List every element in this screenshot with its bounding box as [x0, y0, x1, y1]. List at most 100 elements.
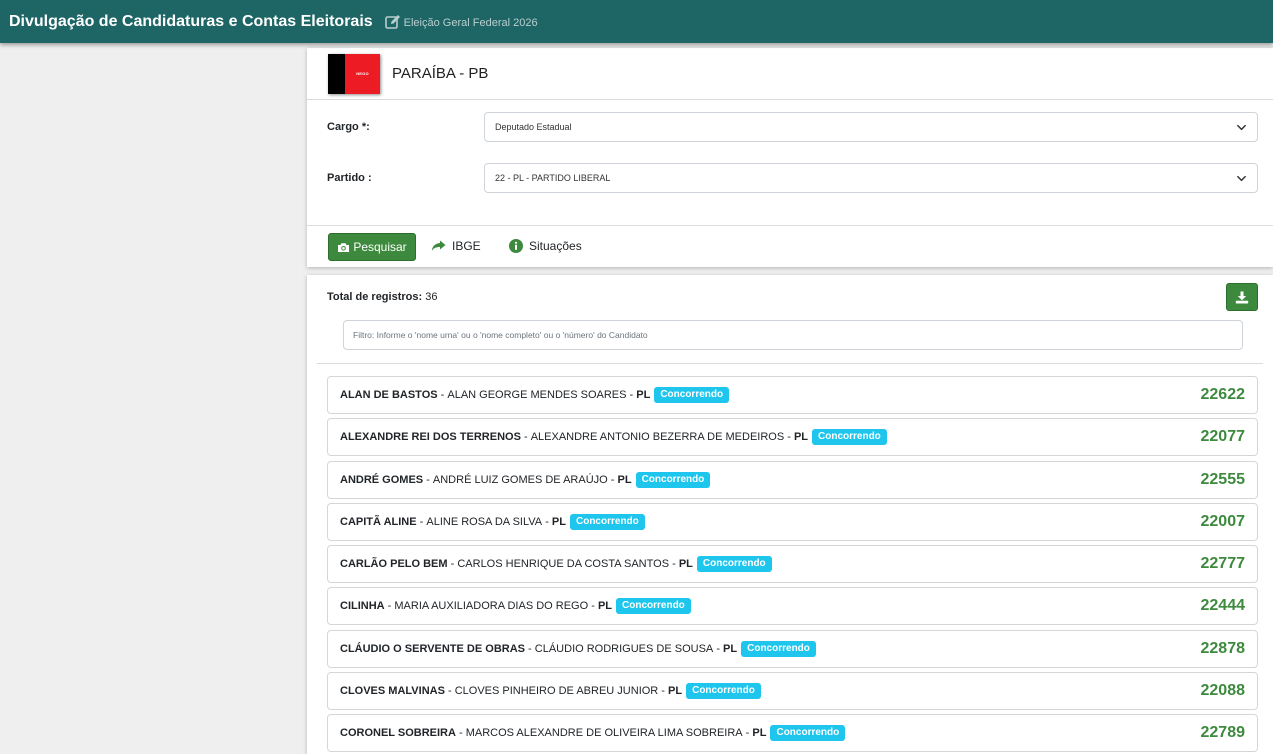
candidate-party: PL [636, 389, 651, 401]
candidate-row[interactable]: CAPITÃ ALINE - ALINE ROSA DA SILVA - PL C… [327, 502, 1258, 541]
filter-card: NEGO PARAÍBA - PB Cargo *: Deputado Esta… [307, 48, 1273, 267]
separator: - [444, 685, 455, 698]
candidate-number: 22007 [1200, 512, 1246, 530]
separator: - [588, 600, 598, 613]
flag-text: NEGO [356, 71, 369, 76]
candidate-row[interactable]: ALAN DE BASTOS - ALAN GEORGE MENDES SOAR… [327, 376, 1258, 414]
partido-select[interactable]: 22 - PL - PARTIDO LIBERAL [484, 163, 1258, 193]
candidate-number: 22088 [1200, 682, 1246, 700]
candidate-filter-input[interactable] [343, 320, 1243, 350]
candidate-row[interactable]: ANDRÉ GOMES - ANDRÉ LUIZ GOMES DE ARAÚJO… [327, 460, 1258, 499]
status-badge: Concorrendo [635, 471, 711, 488]
ibge-label: IBGE [452, 239, 481, 253]
cargo-row: Cargo *: Deputado Estadual [307, 112, 1273, 142]
candidate-text: ANDRÉ GOMES - ANDRÉ LUIZ GOMES DE ARAÚJO… [340, 471, 711, 488]
cargo-select[interactable]: Deputado Estadual [484, 112, 1258, 142]
partido-row: Partido : 22 - PL - PARTIDO LIBERAL [307, 163, 1273, 193]
candidate-party: PL [551, 515, 566, 528]
candidate-row[interactable]: CLOVES MALVINAS - CLOVES PINHEIRO DE ABR… [327, 672, 1258, 711]
separator: - [525, 642, 535, 655]
total-records: Total de registros: 36 [327, 291, 437, 303]
top-bar: Divulgação de Candidaturas e Contas Elei… [0, 0, 1273, 43]
candidate-full-name: MARCOS ALEXANDRE DE OLIVEIRA LIMA SOBREI… [465, 727, 743, 740]
candidate-urna-name: CILINHA [340, 600, 385, 613]
separator: - [669, 558, 679, 571]
status-badge: Concorrendo [686, 683, 761, 700]
separator: - [626, 389, 637, 401]
candidate-row[interactable]: CARLÃO PELO BEM - CARLOS HENRIQUE DA COS… [327, 545, 1258, 584]
candidate-urna-name: CARLÃO PELO BEM [340, 558, 448, 571]
separator: - [384, 600, 395, 613]
candidate-row[interactable]: ALEXANDRE REI DOS TERRENOS - ALEXANDRE A… [327, 418, 1258, 457]
candidate-number: 22555 [1200, 470, 1246, 488]
situacoes-link[interactable]: Situações [509, 236, 582, 256]
candidate-party: PL [617, 473, 632, 486]
candidate-urna-name: ALEXANDRE REI DOS TERRENOS [340, 431, 521, 444]
status-badge: Concorrendo [569, 513, 645, 530]
candidate-full-name: ALEXANDRE ANTONIO BEZERRA DE MEDEIROS [530, 431, 785, 444]
state-flag: NEGO [328, 53, 380, 94]
search-button[interactable]: Pesquisar [328, 233, 416, 261]
candidate-party: PL [678, 558, 693, 571]
candidate-text: CILINHA - MARIA AUXILIADORA DIAS DO REGO… [340, 598, 691, 615]
candidate-number: 22777 [1200, 555, 1246, 573]
candidate-full-name: ALINE ROSA DA SILVA [426, 515, 543, 528]
candidate-urna-name: CORONEL SOBREIRA [340, 727, 456, 740]
partido-label: Partido : [327, 172, 372, 184]
cargo-label: Cargo *: [327, 121, 370, 133]
uf-name: PARAÍBA - PB [392, 65, 489, 82]
separator: - [742, 727, 753, 740]
cargo-select-value: Deputado Estadual [495, 122, 572, 132]
candidate-full-name: ALAN GEORGE MENDES SOARES [447, 389, 627, 401]
uf-header: NEGO PARAÍBA - PB [307, 48, 1273, 100]
total-label: Total de registros: [327, 291, 423, 303]
search-button-label: Pesquisar [353, 240, 407, 254]
app-title: Divulgação de Candidaturas e Contas Elei… [9, 12, 373, 30]
chevron-down-icon [1237, 175, 1246, 182]
action-bar: Pesquisar IBGE Situações [307, 225, 1273, 267]
candidate-full-name: CLOVES PINHEIRO DE ABREU JUNIOR [454, 685, 659, 698]
candidate-urna-name: ANDRÉ GOMES [340, 473, 424, 486]
candidate-party: PL [793, 431, 809, 444]
candidate-full-name: CLÁUDIO RODRIGUES DE SOUSA [534, 642, 714, 655]
edit-icon[interactable] [384, 14, 401, 30]
status-badge: Concorrendo [812, 429, 887, 446]
separator: - [607, 473, 618, 486]
download-icon [1235, 291, 1249, 303]
separator: - [437, 389, 448, 401]
status-badge: Concorrendo [741, 640, 816, 657]
candidate-urna-name: CLÁUDIO O SERVENTE DE OBRAS [340, 642, 525, 655]
candidate-number: 22077 [1200, 428, 1246, 446]
candidate-row[interactable]: CILINHA - MARIA AUXILIADORA DIAS DO REGO… [327, 587, 1258, 626]
candidate-urna-name: ALAN DE BASTOS [340, 389, 438, 401]
candidate-list: ALAN DE BASTOS - ALAN GEORGE MENDES SOAR… [327, 376, 1258, 754]
candidate-full-name: MARIA AUXILIADORA DIAS DO REGO [394, 600, 589, 613]
info-circle-icon [509, 239, 523, 253]
candidate-text: ALEXANDRE REI DOS TERRENOS - ALEXANDRE A… [340, 429, 887, 446]
candidate-text: CLÁUDIO O SERVENTE DE OBRAS - CLÁUDIO RO… [340, 640, 816, 657]
election-subtitle: Eleição Geral Federal 2026 [403, 17, 538, 29]
separator: - [713, 642, 724, 655]
candidate-text: CLOVES MALVINAS - CLOVES PINHEIRO DE ABR… [340, 683, 761, 700]
status-badge: Concorrendo [770, 725, 846, 742]
candidate-row[interactable]: CORONEL SOBREIRA - MARCOS ALEXANDRE DE O… [327, 714, 1258, 753]
situacoes-label: Situações [529, 239, 582, 253]
candidate-urna-name: CAPITÃ ALINE [340, 515, 417, 528]
status-badge: Concorrendo [654, 387, 730, 403]
candidate-text: CAPITÃ ALINE - ALINE ROSA DA SILVA - PL C… [340, 513, 645, 530]
separator: - [658, 685, 669, 698]
divider [317, 363, 1263, 364]
candidate-row[interactable]: CLÁUDIO O SERVENTE DE OBRAS - CLÁUDIO RO… [327, 629, 1258, 668]
separator: - [542, 515, 552, 528]
separator: - [416, 515, 427, 528]
separator: - [447, 558, 458, 571]
total-value: 36 [425, 291, 438, 303]
download-button[interactable] [1226, 283, 1258, 311]
ibge-link[interactable]: IBGE [431, 236, 481, 256]
candidate-party: PL [668, 685, 683, 698]
candidate-number: 22789 [1200, 724, 1246, 742]
separator: - [784, 431, 794, 444]
candidate-urna-name: CLOVES MALVINAS [340, 685, 445, 698]
candidate-text: ALAN DE BASTOS - ALAN GEORGE MENDES SOAR… [340, 387, 730, 403]
status-badge: Concorrendo [696, 556, 772, 573]
